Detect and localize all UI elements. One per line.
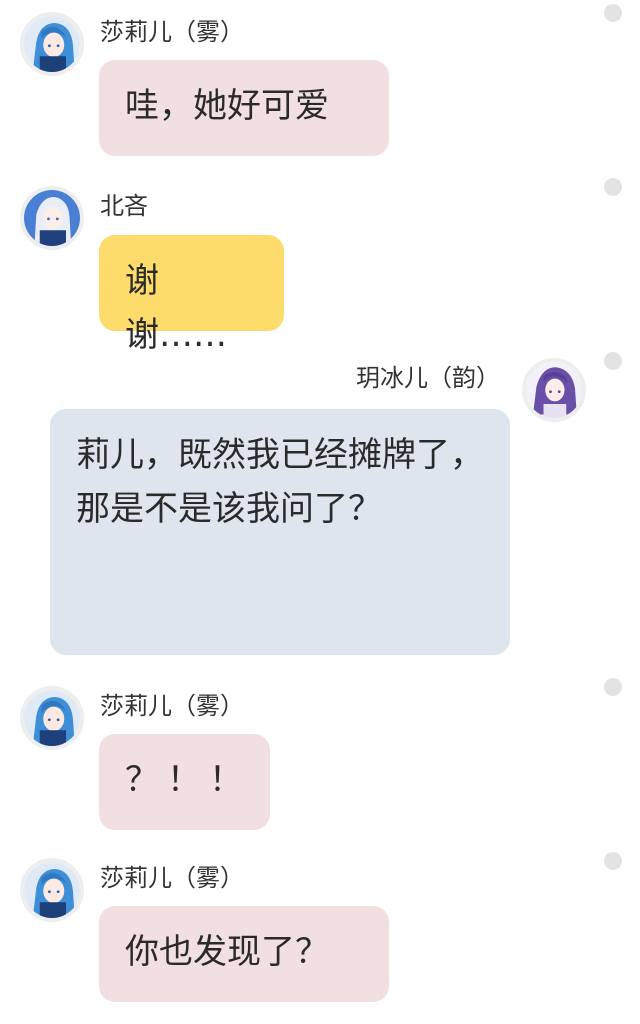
message-bubble[interactable]: 你也发现了？ [99, 906, 389, 1002]
sender-name: 莎莉儿（雾） [100, 864, 244, 892]
message-item: 莎莉儿（雾） 你也发现了？ [0, 0, 640, 1024]
blue-hair-girl-avatar[interactable] [20, 858, 84, 922]
status-dot-icon [604, 852, 622, 870]
